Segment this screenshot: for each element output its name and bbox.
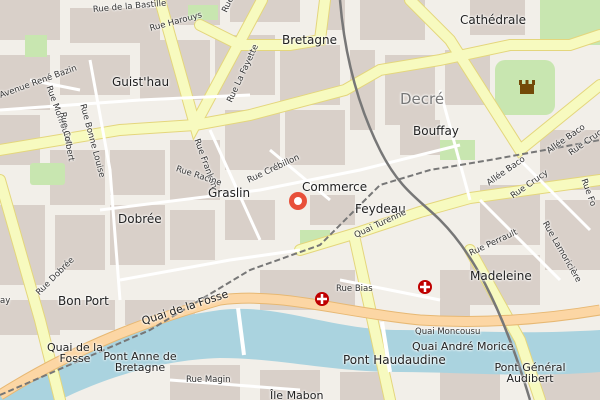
location-pin-icon[interactable] (289, 192, 307, 210)
district-label-ile-mabon: Île Mabon (270, 389, 324, 400)
district-label-commerce: Commerce (302, 180, 368, 194)
district-label-pont-anne-de-bretagne: Pont Anne de Bretagne (103, 350, 177, 374)
district-label-madeleine: Madeleine (470, 269, 532, 283)
street-label-andre-morice: Quai André Morice (412, 340, 514, 353)
map-view[interactable]: Decré Bretagne Cathédrale Guist'hau Bouf… (0, 0, 600, 400)
district-label-guisthau: Guist'hau (112, 75, 170, 89)
district-label-graslin: Graslin (208, 186, 251, 200)
castle-icon (519, 80, 535, 94)
district-label-bouffay: Bouffay (413, 124, 459, 138)
district-label-cathedrale: Cathédrale (460, 13, 527, 27)
district-label-decre: Decré (400, 90, 445, 108)
district-label-bon-port: Bon Port (58, 294, 109, 308)
street-label-bias: Rue Bias (336, 284, 373, 294)
district-label-dobree: Dobrée (118, 212, 162, 226)
street-label-ay: ay (0, 296, 11, 306)
hospital-icon (418, 280, 432, 294)
district-label-pont-general-audibert: Pont Général Audibert (494, 361, 566, 385)
district-label-bretagne: Bretagne (282, 33, 337, 47)
street-label-magin: Rue Magin (186, 375, 231, 385)
bridge-label-haudaudine: Pont Haudaudine (343, 353, 446, 367)
street-label-moncousu: Quai Moncousu (415, 327, 481, 337)
hospital-icon (315, 292, 329, 306)
